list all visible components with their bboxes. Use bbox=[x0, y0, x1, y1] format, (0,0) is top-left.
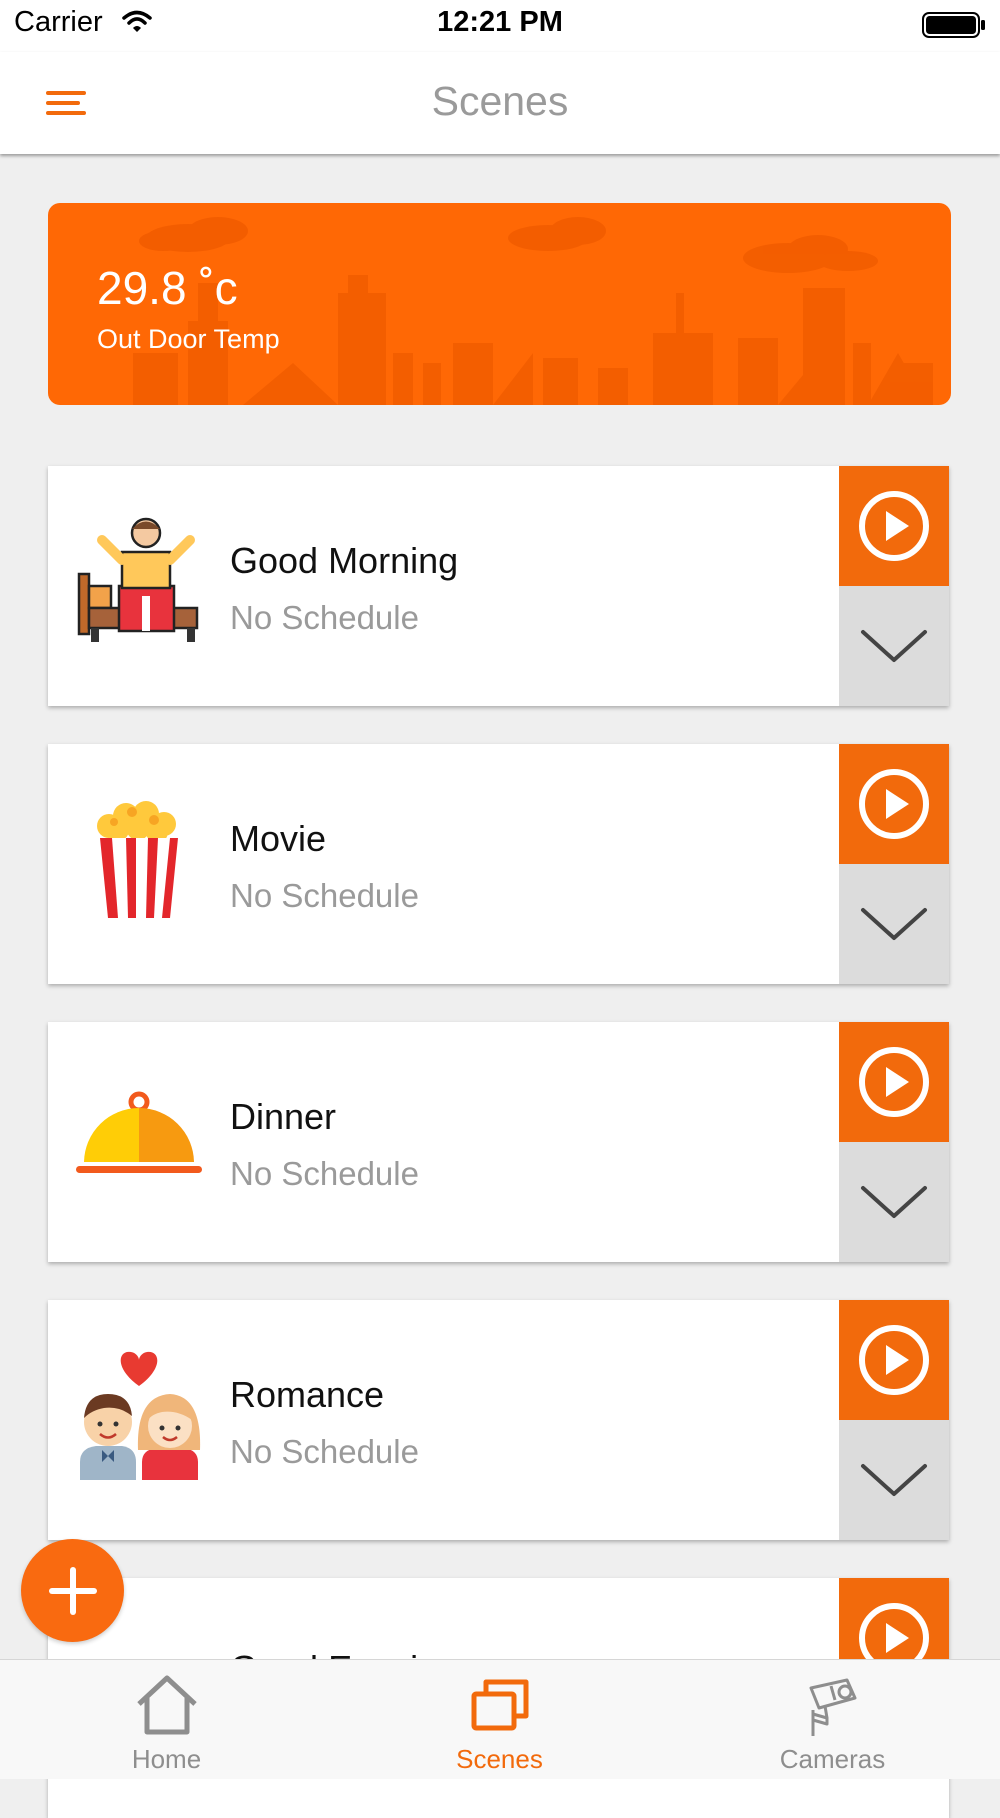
wake-up-bed-icon bbox=[74, 516, 204, 646]
play-scene-button[interactable] bbox=[839, 1300, 949, 1420]
scene-schedule: No Schedule bbox=[230, 1155, 419, 1192]
status-time: 12:21 PM bbox=[437, 6, 563, 38]
tab-scenes[interactable]: Scenes bbox=[333, 1660, 666, 1779]
outdoor-temperature-label: Out Door Temp bbox=[97, 324, 280, 354]
play-scene-button[interactable] bbox=[839, 744, 949, 864]
menu-button[interactable] bbox=[36, 80, 100, 130]
play-circle-icon bbox=[859, 491, 929, 561]
outdoor-temperature-value: 29.8 ˚c bbox=[97, 262, 238, 314]
plus-icon bbox=[48, 1566, 97, 1615]
chevron-down-icon bbox=[861, 1464, 927, 1496]
tab-cameras[interactable]: Cameras bbox=[666, 1660, 999, 1779]
play-circle-icon bbox=[859, 769, 929, 839]
nav-bar: Scenes bbox=[0, 52, 1000, 154]
scene-name: Good Morning bbox=[230, 540, 459, 581]
home-icon bbox=[136, 1675, 197, 1735]
scene-schedule: No Schedule bbox=[230, 1433, 419, 1470]
status-bar: Carrier 12:21 PM bbox=[0, 0, 1000, 52]
scene-card-dinner[interactable]: Dinner No Schedule bbox=[48, 1022, 949, 1262]
couple-heart-icon bbox=[74, 1350, 204, 1480]
scene-name: Movie bbox=[230, 818, 327, 859]
chevron-down-icon bbox=[861, 908, 927, 940]
weather-card: 29.8 ˚c Out Door Temp bbox=[48, 203, 951, 405]
scene-schedule: No Schedule bbox=[230, 877, 419, 914]
expand-scene-button[interactable] bbox=[839, 864, 949, 984]
scene-card-movie[interactable]: Movie No Schedule bbox=[48, 744, 949, 984]
food-cloche-icon bbox=[74, 1072, 204, 1202]
play-circle-icon bbox=[859, 1047, 929, 1117]
tab-label: Cameras bbox=[779, 1744, 886, 1774]
battery-icon bbox=[922, 12, 986, 43]
chevron-down-icon bbox=[861, 630, 927, 662]
expand-scene-button[interactable] bbox=[839, 1142, 949, 1262]
scene-card-good-morning[interactable]: Good Morning No Schedule bbox=[48, 466, 949, 706]
page-title: Scenes bbox=[431, 78, 569, 124]
play-circle-icon bbox=[859, 1325, 929, 1395]
camera-icon bbox=[809, 1678, 856, 1736]
expand-scene-button[interactable] bbox=[839, 1420, 949, 1540]
popcorn-icon bbox=[74, 794, 204, 924]
add-scene-button[interactable] bbox=[21, 1539, 124, 1642]
tab-home[interactable]: Home bbox=[0, 1660, 333, 1779]
scene-name: Romance bbox=[230, 1374, 385, 1415]
scenes-icon bbox=[471, 1679, 528, 1731]
tab-bar: Home Scenes Cameras bbox=[0, 1659, 1000, 1779]
tab-label: Home bbox=[131, 1744, 202, 1774]
play-scene-button[interactable] bbox=[839, 466, 949, 586]
scene-schedule: No Schedule bbox=[230, 599, 419, 636]
scene-name: Dinner bbox=[230, 1096, 337, 1137]
chevron-down-icon bbox=[861, 1186, 927, 1218]
expand-scene-button[interactable] bbox=[839, 586, 949, 706]
scene-card-romance[interactable]: Romance No Schedule bbox=[48, 1300, 949, 1540]
play-scene-button[interactable] bbox=[839, 1022, 949, 1142]
hamburger-menu-icon bbox=[46, 91, 86, 115]
tab-label: Scenes bbox=[456, 1744, 543, 1774]
